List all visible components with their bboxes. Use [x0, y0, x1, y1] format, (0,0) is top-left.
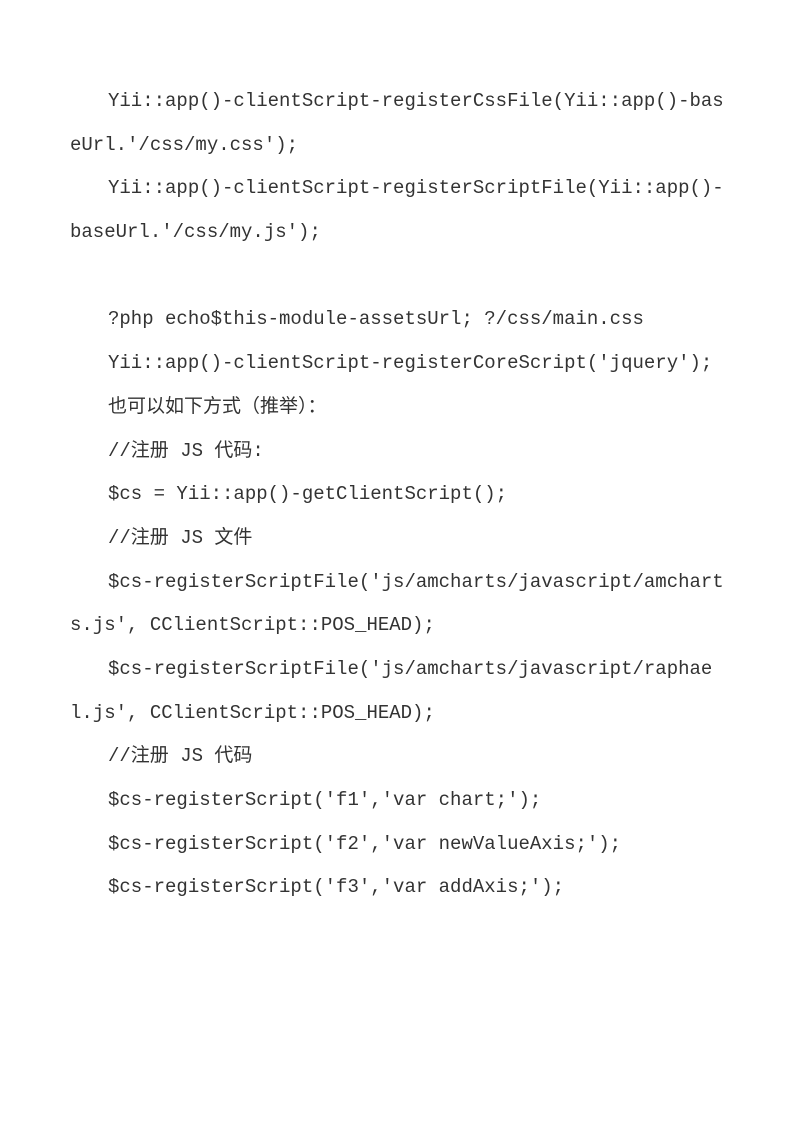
code-line: $cs-registerScript('f3','var addAxis;'); — [70, 866, 730, 910]
code-line: $cs = Yii::app()-getClientScript(); — [70, 473, 730, 517]
code-line: $cs-registerScriptFile('js/amcharts/java… — [70, 648, 730, 735]
code-line: 也可以如下方式（推举）： — [70, 386, 730, 430]
code-line: $cs-registerScript('f1','var chart;'); — [70, 779, 730, 823]
code-line: $cs-registerScriptFile('js/amcharts/java… — [70, 561, 730, 648]
code-line: Yii::app()-clientScript-registerScriptFi… — [70, 167, 730, 254]
code-line: Yii::app()-clientScript-registerCssFile(… — [70, 80, 730, 167]
code-line: Yii::app()-clientScript-registerCoreScri… — [70, 342, 730, 386]
document-page: Yii::app()-clientScript-registerCssFile(… — [0, 0, 800, 1132]
code-line: //注册 JS 代码 — [70, 735, 730, 779]
code-line: $cs-registerScript('f2','var newValueAxi… — [70, 823, 730, 867]
code-line — [70, 255, 730, 299]
code-line: //注册 JS 代码: — [70, 430, 730, 474]
code-line: //注册 JS 文件 — [70, 517, 730, 561]
code-line: ?php echo$this-module-assetsUrl; ?/css/m… — [70, 298, 730, 342]
